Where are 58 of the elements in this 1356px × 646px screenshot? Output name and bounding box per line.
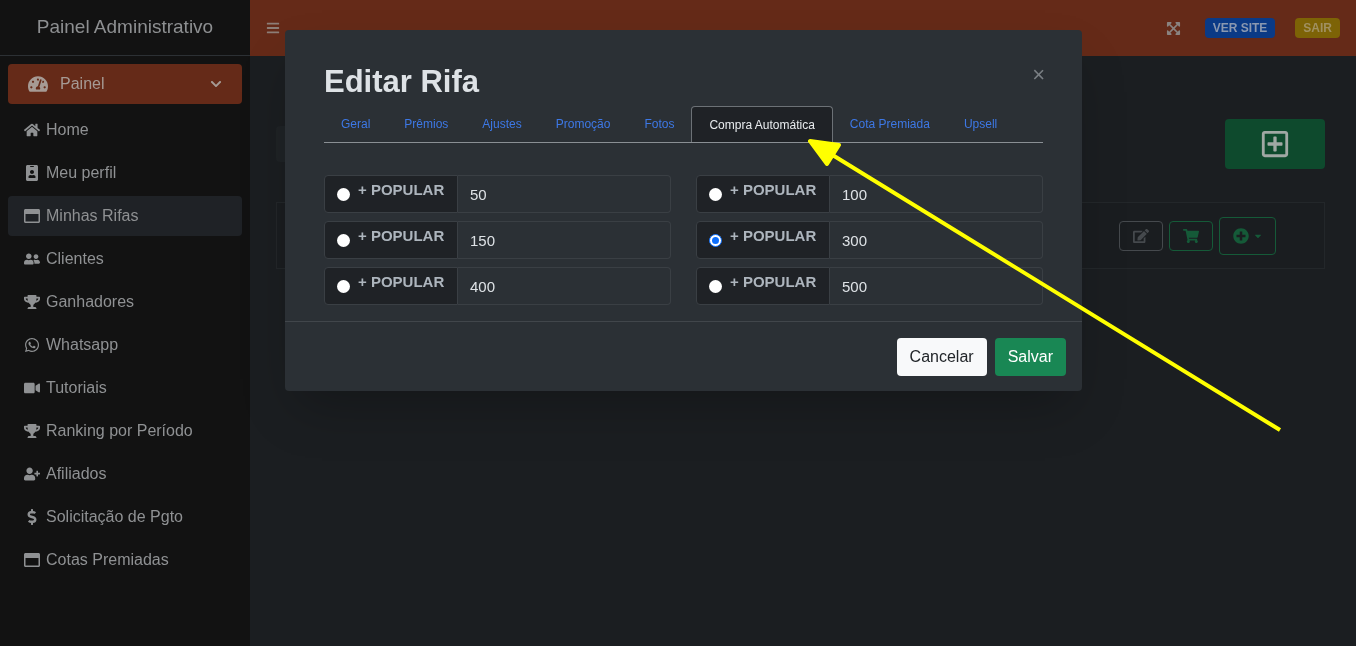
sidebar-item[interactable]: Meu perfil bbox=[8, 152, 242, 193]
sidebar-item[interactable]: Minhas Rifas bbox=[8, 195, 242, 236]
trophy-icon bbox=[24, 293, 40, 310]
tab[interactable]: Ajustes bbox=[465, 106, 539, 142]
trophy-icon bbox=[24, 422, 40, 439]
tab[interactable]: Geral bbox=[324, 106, 388, 142]
input-field[interactable]: 100 bbox=[830, 175, 1043, 213]
dashboard-icon bbox=[28, 74, 48, 94]
badge-icon bbox=[24, 164, 40, 181]
radio-button[interactable] bbox=[337, 233, 350, 247]
cart-icon bbox=[1183, 227, 1199, 244]
input-field[interactable]: 150 bbox=[458, 221, 671, 259]
sidebar-item[interactable]: Solicitação de Pgto bbox=[8, 496, 242, 537]
input-field[interactable]: 50 bbox=[458, 175, 671, 213]
sidebar-item[interactable]: Ranking por Período bbox=[8, 410, 242, 451]
home-icon bbox=[24, 121, 40, 138]
whatsapp-icon bbox=[24, 336, 40, 353]
menu-icon[interactable] bbox=[266, 21, 280, 35]
menu-toggle[interactable]: Painel bbox=[8, 64, 242, 104]
radio-option[interactable]: + POPULAR bbox=[324, 175, 458, 213]
sidebar-item[interactable]: Afiliados bbox=[8, 453, 242, 494]
sidebar-item[interactable]: Cotas Premiadas bbox=[8, 539, 242, 580]
ticket-icon bbox=[24, 207, 40, 224]
chevron-icon bbox=[210, 78, 222, 90]
radio-button[interactable] bbox=[709, 187, 722, 201]
sidebar-item[interactable]: Clientes bbox=[8, 238, 242, 279]
radio-option[interactable]: + POPULAR bbox=[324, 221, 458, 259]
tab[interactable]: Upsell bbox=[946, 106, 1015, 142]
add-button[interactable] bbox=[1225, 119, 1325, 169]
close-button[interactable]: × bbox=[1032, 64, 1045, 86]
radio-option[interactable]: + POPULAR bbox=[696, 267, 830, 305]
input-field[interactable]: 500 bbox=[830, 267, 1043, 305]
ticket-icon bbox=[24, 551, 40, 568]
sidebar-item[interactable]: Home bbox=[8, 109, 242, 150]
input-field[interactable]: 300 bbox=[830, 221, 1043, 259]
input-field[interactable]: 400 bbox=[458, 267, 671, 305]
tab[interactable]: Cota Premiada bbox=[832, 106, 947, 142]
tab[interactable]: Fotos bbox=[627, 106, 692, 142]
tab[interactable]: Promoção bbox=[538, 106, 628, 142]
modal-title: Editar Rifa bbox=[324, 63, 480, 101]
radio-option[interactable]: + POPULAR bbox=[696, 175, 830, 213]
sidebar-item[interactable]: Whatsapp bbox=[8, 324, 242, 365]
radio-button[interactable] bbox=[709, 233, 722, 247]
radio-option[interactable]: + POPULAR bbox=[324, 267, 458, 305]
radio-button[interactable] bbox=[337, 279, 350, 293]
radio-button[interactable] bbox=[337, 187, 350, 201]
sidebar-item[interactable]: Ganhadores bbox=[8, 281, 242, 322]
fullscreen-icon[interactable] bbox=[1165, 20, 1181, 36]
sidebar-item[interactable]: Tutoriais bbox=[8, 367, 242, 408]
tab[interactable]: Compra Automática bbox=[691, 106, 833, 142]
header-button[interactable]: VER SITE bbox=[1204, 18, 1276, 38]
modal-button[interactable]: Salvar bbox=[994, 337, 1066, 376]
edit-icon bbox=[1133, 227, 1149, 244]
modal-button[interactable]: Cancelar bbox=[896, 337, 987, 376]
user-plus-icon bbox=[24, 465, 40, 482]
radio-button[interactable] bbox=[709, 279, 722, 293]
radio-option[interactable]: + POPULAR bbox=[696, 221, 830, 259]
tab[interactable]: Prêmios bbox=[387, 106, 466, 142]
